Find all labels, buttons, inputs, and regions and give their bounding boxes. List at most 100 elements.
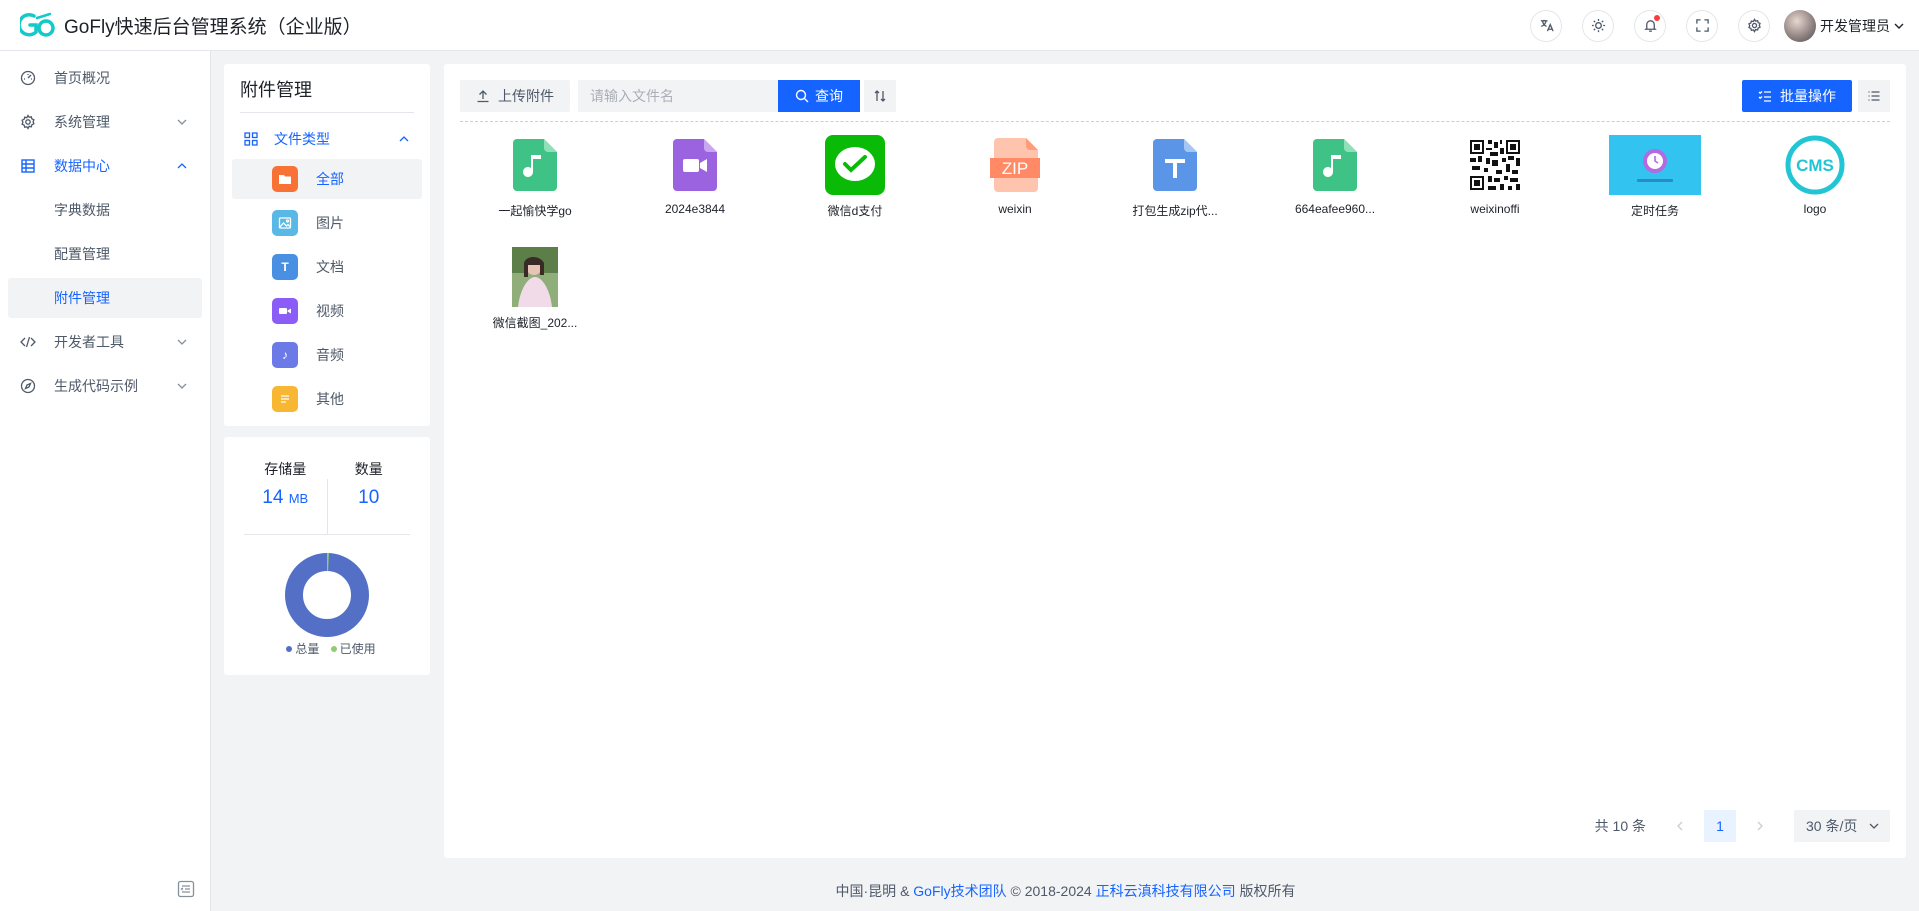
sidebar-item-attachments[interactable]: 附件管理 <box>8 278 202 318</box>
gofly-logo-icon <box>20 12 55 37</box>
footer-team-link[interactable]: GoFly技术团队 <box>913 883 1006 899</box>
search-input[interactable] <box>578 80 778 112</box>
footer-suffix: 版权所有 <box>1239 883 1296 899</box>
video-icon <box>272 298 298 324</box>
document-file-icon <box>1153 139 1197 191</box>
fullscreen-button[interactable] <box>1686 9 1718 42</box>
file-item[interactable]: 微信截图_202... <box>460 246 610 346</box>
file-name: 微信截图_202... <box>492 316 578 330</box>
file-name: weixinoffi <box>1470 202 1520 216</box>
search-button[interactable]: 查询 <box>778 80 860 112</box>
file-name: logo <box>1803 202 1827 216</box>
attachment-main-panel: 上传附件 查询 批量操作 一起愉快学go <box>444 64 1906 858</box>
file-name: 定时任务 <box>1630 204 1679 218</box>
sidebar-item-codegen[interactable]: 生成代码示例 <box>8 366 202 406</box>
file-type-header[interactable]: 文件类型 <box>232 119 422 159</box>
count-value: 10 <box>358 487 380 508</box>
batch-operation-label: 批量操作 <box>1780 88 1836 104</box>
file-name: 一起愉快学go <box>498 204 572 218</box>
chevron-down-icon <box>1894 23 1904 29</box>
type-item-audio[interactable]: ♪ 音频 <box>232 335 422 375</box>
file-item[interactable]: 定时任务 <box>1580 134 1730 234</box>
file-item[interactable]: 664eafee960... <box>1260 134 1410 234</box>
upload-button-label: 上传附件 <box>498 88 554 104</box>
type-item-other[interactable]: 其他 <box>232 379 422 419</box>
sidebar-item-config[interactable]: 配置管理 <box>8 234 202 274</box>
svg-text:ZIP: ZIP <box>1002 159 1028 178</box>
list-view-button[interactable] <box>1858 80 1890 112</box>
brand[interactable]: GoFly快速后台管理系统（企业版） <box>0 10 362 40</box>
file-item[interactable]: 微信d支付 <box>780 134 930 234</box>
zip-file-icon: ZIP <box>990 138 1040 192</box>
sidebar-item-dictionary[interactable]: 字典数据 <box>8 190 202 230</box>
search-icon <box>795 89 809 103</box>
prev-page-button[interactable] <box>1664 810 1696 842</box>
photo-image <box>512 247 558 307</box>
list-icon <box>1868 91 1880 101</box>
notification-dot <box>1654 14 1660 21</box>
sidebar-item-label: 系统管理 <box>54 114 110 130</box>
user-menu[interactable]: 开发管理员 <box>1784 9 1905 42</box>
type-item-video[interactable]: 视频 <box>232 291 422 331</box>
folder-icon <box>272 166 298 192</box>
file-item[interactable]: 打包生成zip代... <box>1100 134 1250 234</box>
top-header: GoFly快速后台管理系统（企业版） 开发管理员 <box>0 0 1919 51</box>
batch-operation-button[interactable]: 批量操作 <box>1742 80 1852 112</box>
upload-button[interactable]: 上传附件 <box>460 80 570 112</box>
sidebar-item-label: 生成代码示例 <box>54 378 138 394</box>
sidebar-item-label: 字典数据 <box>54 202 110 218</box>
qrcode-image <box>1468 138 1522 192</box>
notification-button[interactable] <box>1634 9 1666 42</box>
sort-button[interactable] <box>864 80 896 112</box>
donut-total-ring <box>285 553 369 637</box>
page-number-current[interactable]: 1 <box>1704 810 1736 842</box>
collapse-menu-icon[interactable] <box>176 879 196 899</box>
search-button-label: 查询 <box>815 88 843 104</box>
file-name: 664eafee960... <box>1294 202 1376 216</box>
type-item-image[interactable]: 图片 <box>232 203 422 243</box>
sidebar-item-label: 配置管理 <box>54 246 110 262</box>
theme-icon <box>1591 18 1605 33</box>
upload-icon <box>477 90 489 103</box>
database-icon <box>21 159 35 173</box>
sidebar-item-label: 开发者工具 <box>54 334 124 350</box>
type-item-document[interactable]: T 文档 <box>232 247 422 287</box>
storage-donut-chart <box>285 553 369 637</box>
storage-stats-panel: 存储量 14 MB 数量 10 总量 已使用 <box>224 437 430 675</box>
type-item-label: 图片 <box>316 215 344 231</box>
other-file-icon <box>272 386 298 412</box>
sidebar-item-dashboard[interactable]: 首页概况 <box>8 58 202 98</box>
settings-button[interactable] <box>1738 9 1770 42</box>
file-item[interactable]: ZIP weixin <box>940 134 1090 234</box>
code-icon <box>20 336 36 348</box>
theme-button[interactable] <box>1582 9 1614 42</box>
footer-copyright: © 2018-2024 <box>1010 883 1092 899</box>
file-type-header-label: 文件类型 <box>274 131 330 147</box>
footer-company-link[interactable]: 正科云滇科技有限公司 <box>1096 883 1236 899</box>
page-size-select[interactable]: 30 条/页 <box>1794 810 1890 842</box>
sidebar-item-label: 附件管理 <box>54 290 110 306</box>
type-item-all[interactable]: 全部 <box>232 159 422 199</box>
footer: 中国·昆明 & GoFly技术团队 © 2018-2024 正科云滇科技有限公司… <box>212 872 1919 911</box>
sidebar-item-dev-tools[interactable]: 开发者工具 <box>8 322 202 362</box>
app-title: GoFly快速后台管理系统（企业版） <box>64 16 362 38</box>
storage-label: 存储量 <box>264 461 307 477</box>
file-item[interactable]: 2024e3844 <box>620 134 770 234</box>
file-item[interactable]: CMS logo <box>1740 134 1890 234</box>
compass-icon <box>20 378 36 394</box>
checklist-icon <box>1758 91 1771 102</box>
file-item[interactable]: 一起愉快学go <box>460 134 610 234</box>
legend-used-label: 已使用 <box>339 642 376 656</box>
chevron-up-icon <box>399 136 409 142</box>
chevron-up-icon <box>177 163 187 169</box>
chevron-right-icon <box>1757 821 1763 831</box>
next-page-button[interactable] <box>1744 810 1776 842</box>
file-item[interactable]: weixinoffi <box>1420 134 1570 234</box>
count-stat: 数量 10 <box>326 461 411 534</box>
document-icon: T <box>272 254 298 280</box>
pagination-total: 共 10 条 <box>1594 818 1646 834</box>
panel-title: 附件管理 <box>240 64 414 113</box>
sidebar-item-data-center[interactable]: 数据中心 <box>8 146 202 186</box>
translate-button[interactable] <box>1530 9 1562 42</box>
sidebar-item-system[interactable]: 系统管理 <box>8 102 202 142</box>
